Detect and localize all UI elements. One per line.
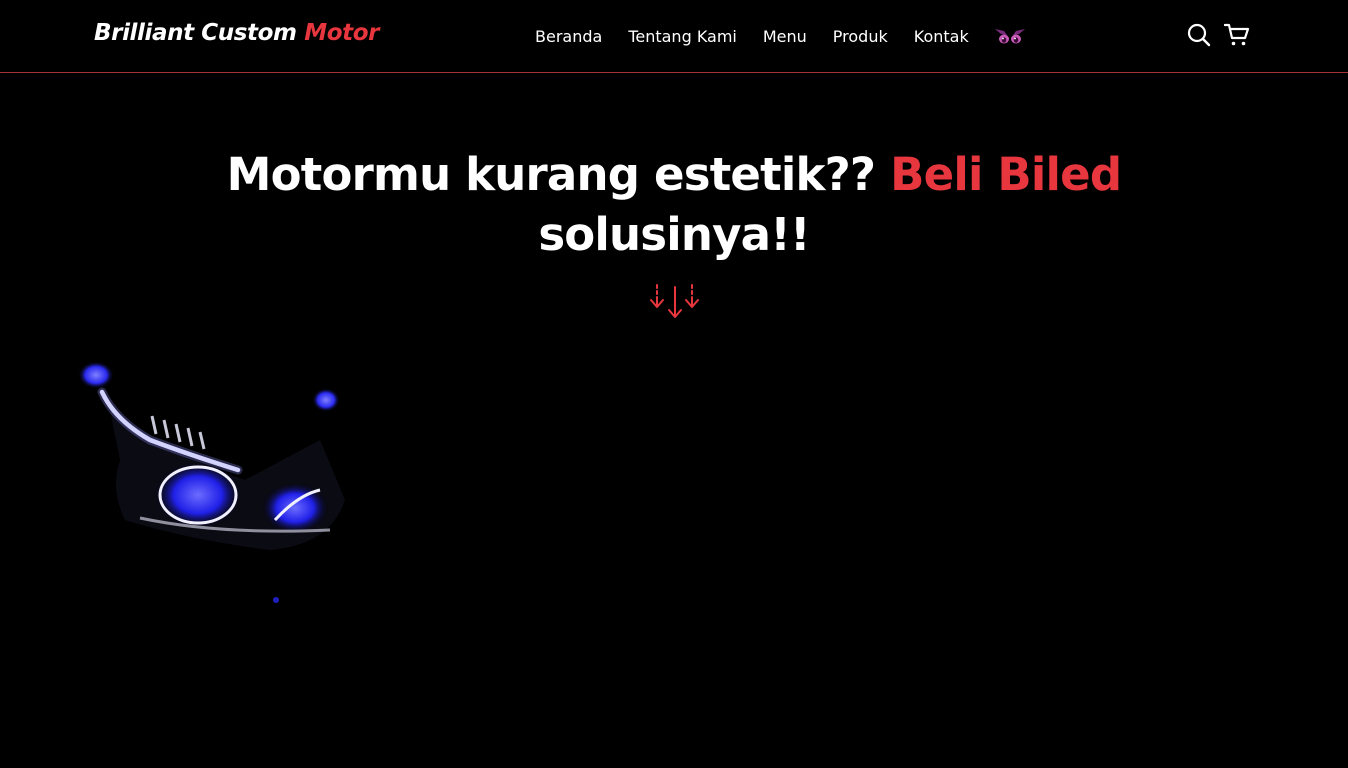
nav-link-produk[interactable]: Produk [833, 27, 888, 46]
logo-main-text: Brilliant Custom [94, 20, 305, 46]
devil-eyes-icon [995, 29, 1025, 44]
navbar: Brilliant Custom Motor Beranda Tentang K… [0, 0, 1348, 73]
hero-title-main: Motormu kurang estetik?? [226, 148, 891, 201]
nav-link-beranda[interactable]: Beranda [535, 27, 602, 46]
main-nav: Beranda Tentang Kami Menu Produk Kontak [535, 27, 995, 46]
nav-link-kontak[interactable]: Kontak [914, 27, 969, 46]
hero-title-accent: Beli Biled [890, 148, 1122, 201]
logo-accent-text: Motor [304, 20, 380, 46]
cart-icon[interactable] [1224, 22, 1250, 48]
hero-title: Motormu kurang estetik?? Beli Biled solu… [174, 145, 1174, 265]
site-logo[interactable]: Brilliant Custom Motor [94, 20, 379, 46]
nav-link-tentang-kami[interactable]: Tentang Kami [628, 27, 737, 46]
nav-link-menu[interactable]: Menu [763, 27, 807, 46]
motorcycle-headlight-image [78, 361, 345, 603]
hero-title-end: solusinya!! [538, 208, 810, 261]
down-arrows-icon [650, 284, 699, 318]
search-icon[interactable] [1186, 22, 1212, 48]
nav-icons [1186, 22, 1262, 48]
